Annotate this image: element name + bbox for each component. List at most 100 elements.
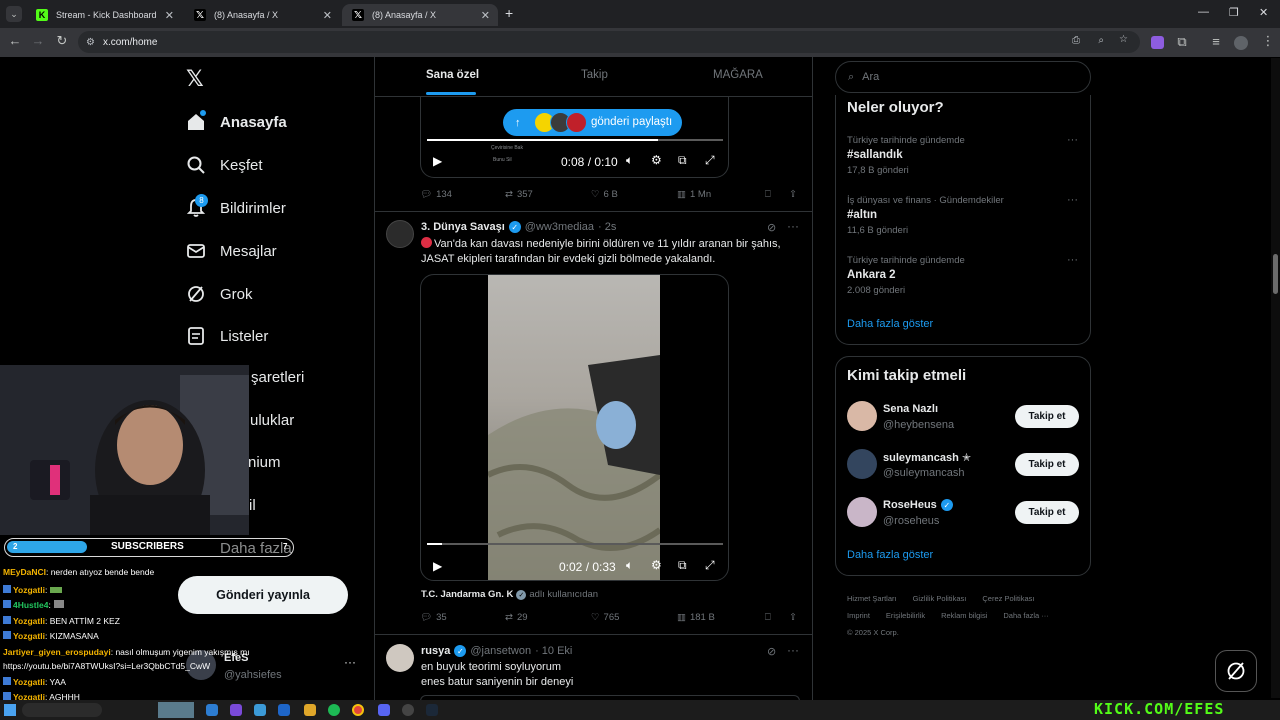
share-icon[interactable]: ⇪: [789, 189, 797, 200]
follow-button[interactable]: Takip et: [1015, 405, 1079, 428]
close-icon[interactable]: ✕: [165, 9, 174, 22]
like-button[interactable]: ♡ 765: [591, 612, 677, 623]
tab-following[interactable]: Takip: [581, 69, 608, 81]
more-dots-icon[interactable]: ···: [787, 643, 799, 657]
extensions-puzzle-icon[interactable]: ⧉: [1170, 34, 1194, 50]
nav-item-home[interactable]: Anasayfa: [186, 110, 287, 132]
new-posts-pill[interactable]: ↑ gönderi paylaştı: [503, 109, 682, 136]
suggest-name[interactable]: Sena Nazlı: [883, 403, 938, 415]
volume-icon[interactable]: 🔈︎: [626, 558, 633, 573]
x-logo-icon[interactable]: 𝕏: [186, 66, 204, 92]
fullscreen-icon[interactable]: ⤢: [705, 558, 715, 573]
nav-item-profile[interactable]: il: [249, 497, 256, 514]
avatar[interactable]: [386, 220, 414, 248]
nav-item-notifications[interactable]: Bildirimler 8: [186, 194, 286, 218]
footer-link[interactable]: Daha fazla ···: [1003, 607, 1048, 624]
post-time[interactable]: · 2s: [598, 221, 616, 233]
nav-item-messages[interactable]: Mesajlar: [186, 241, 277, 261]
tab-x-home-1[interactable]: 𝕏 (8) Anasayfa / X ✕: [184, 4, 340, 26]
minimize-button[interactable]: —: [1198, 6, 1209, 18]
settings-gear-icon[interactable]: ⚙: [651, 153, 662, 167]
post-video-player[interactable]: ▶ 0:02 / 0:33 🔈︎ ⚙ ⧉ ⤢: [420, 274, 729, 581]
footer-link[interactable]: Reklam bilgisi: [941, 607, 987, 624]
grok-icon[interactable]: ⊘: [767, 645, 776, 658]
footer-link[interactable]: Imprint: [847, 607, 870, 624]
more-dots-icon[interactable]: ···: [1067, 194, 1078, 206]
avatar[interactable]: [847, 497, 877, 527]
repost-button[interactable]: ⇄ 357: [505, 189, 591, 200]
play-icon[interactable]: ▶: [433, 154, 442, 168]
more-dots-icon[interactable]: ···: [344, 655, 356, 669]
install-icon[interactable]: ⎙: [1072, 35, 1080, 46]
extension-icon[interactable]: [1151, 36, 1164, 49]
app-icon[interactable]: [278, 704, 290, 716]
follow-button[interactable]: Takip et: [1015, 453, 1079, 476]
avatar[interactable]: [847, 449, 877, 479]
scrollbar-thumb[interactable]: [1273, 254, 1278, 294]
post-time[interactable]: · 10 Eki: [535, 645, 572, 657]
post-author[interactable]: rusya: [421, 645, 450, 657]
nav-item-bookmarks[interactable]: şaretleri: [251, 369, 304, 386]
grok-float-button[interactable]: [1215, 650, 1257, 692]
footer-link[interactable]: Hizmet Şartları: [847, 590, 897, 607]
scrollbar[interactable]: [1271, 58, 1280, 698]
share-icon[interactable]: ⇪: [789, 612, 797, 623]
more-dots-icon[interactable]: ···: [1067, 254, 1078, 266]
steam-icon[interactable]: [426, 704, 438, 716]
suggest-name[interactable]: RoseHeus: [883, 499, 937, 511]
reload-icon[interactable]: ↻: [50, 33, 74, 49]
obs-icon[interactable]: [402, 704, 414, 716]
forward-arrow-icon[interactable]: →: [26, 33, 50, 48]
zoom-icon[interactable]: ⌕: [1098, 35, 1104, 46]
volume-icon[interactable]: 🔈︎: [626, 153, 633, 168]
post-author[interactable]: 3. Dünya Savaşı: [421, 221, 505, 233]
nav-item-grok[interactable]: Grok: [186, 284, 253, 304]
reply-button[interactable]: 💬︎ 35: [420, 612, 505, 623]
trend-item[interactable]: Türkiye tarihinde gündemde #sallandık 17…: [847, 135, 965, 176]
more-dots-icon[interactable]: ···: [787, 219, 799, 233]
footer-link[interactable]: Çerez Politikası: [982, 590, 1034, 607]
new-tab-button[interactable]: +: [505, 5, 513, 21]
show-more-link[interactable]: Daha fazla göster: [847, 318, 933, 330]
tab-magara[interactable]: MAĞARA: [713, 69, 763, 81]
close-icon[interactable]: ✕: [323, 9, 332, 22]
pip-icon[interactable]: ⧉: [678, 558, 687, 573]
tab-search-button[interactable]: ⌄: [6, 6, 22, 22]
fullscreen-icon[interactable]: ⤢: [705, 153, 715, 168]
app-icon[interactable]: [230, 704, 242, 716]
app-icon[interactable]: [254, 704, 266, 716]
tab-kick-dashboard[interactable]: K Stream - Kick Dashboard ✕: [26, 4, 182, 26]
bookmark-star-icon[interactable]: ☆: [1119, 34, 1128, 45]
reply-button[interactable]: 💬︎ 134: [420, 189, 505, 200]
post-handle[interactable]: @jansetwon: [470, 645, 531, 657]
suggest-name[interactable]: suleymancash ✭: [883, 451, 971, 464]
avatar[interactable]: [847, 401, 877, 431]
views-button[interactable]: ▥ 181 B: [677, 612, 765, 623]
avatar[interactable]: [386, 644, 414, 672]
nav-item-explore[interactable]: Keşfet: [186, 155, 263, 175]
folder-icon[interactable]: [304, 704, 316, 716]
trend-item[interactable]: İş dünyası ve finans · Gündemdekiler #al…: [847, 195, 1004, 236]
like-button[interactable]: ♡ 6 B: [591, 189, 677, 200]
repost-button[interactable]: ⇄ 29: [505, 612, 591, 623]
profile-avatar[interactable]: [1234, 36, 1248, 50]
address-bar[interactable]: ⚙ x.com/home ⎙ ⌕ ☆: [78, 31, 1140, 53]
post-handle[interactable]: @ww3mediaa: [525, 221, 594, 233]
bookmark-icon[interactable]: ⎕: [765, 189, 789, 200]
app-icon[interactable]: [206, 704, 218, 716]
menu-kebab-icon[interactable]: ⋮: [1256, 33, 1280, 49]
follow-button[interactable]: Takip et: [1015, 501, 1079, 524]
maximize-button[interactable]: ❐: [1229, 6, 1239, 19]
pip-icon[interactable]: ⧉: [678, 153, 687, 168]
nav-item-communities[interactable]: uluklar: [250, 412, 294, 429]
footer-link[interactable]: Gizlilik Politikası: [913, 590, 967, 607]
start-icon[interactable]: [4, 704, 16, 716]
close-icon[interactable]: ✕: [481, 9, 490, 22]
tab-for-you[interactable]: Sana özel: [426, 69, 479, 81]
widget-icon[interactable]: [158, 702, 194, 718]
video-progress-track[interactable]: [427, 139, 723, 141]
trend-item[interactable]: Türkiye tarihinde gündemde Ankara 2 2.00…: [847, 255, 965, 296]
discord-icon[interactable]: [378, 704, 390, 716]
video-progress-track[interactable]: [427, 543, 723, 545]
show-more-link[interactable]: Daha fazla göster: [847, 549, 933, 561]
